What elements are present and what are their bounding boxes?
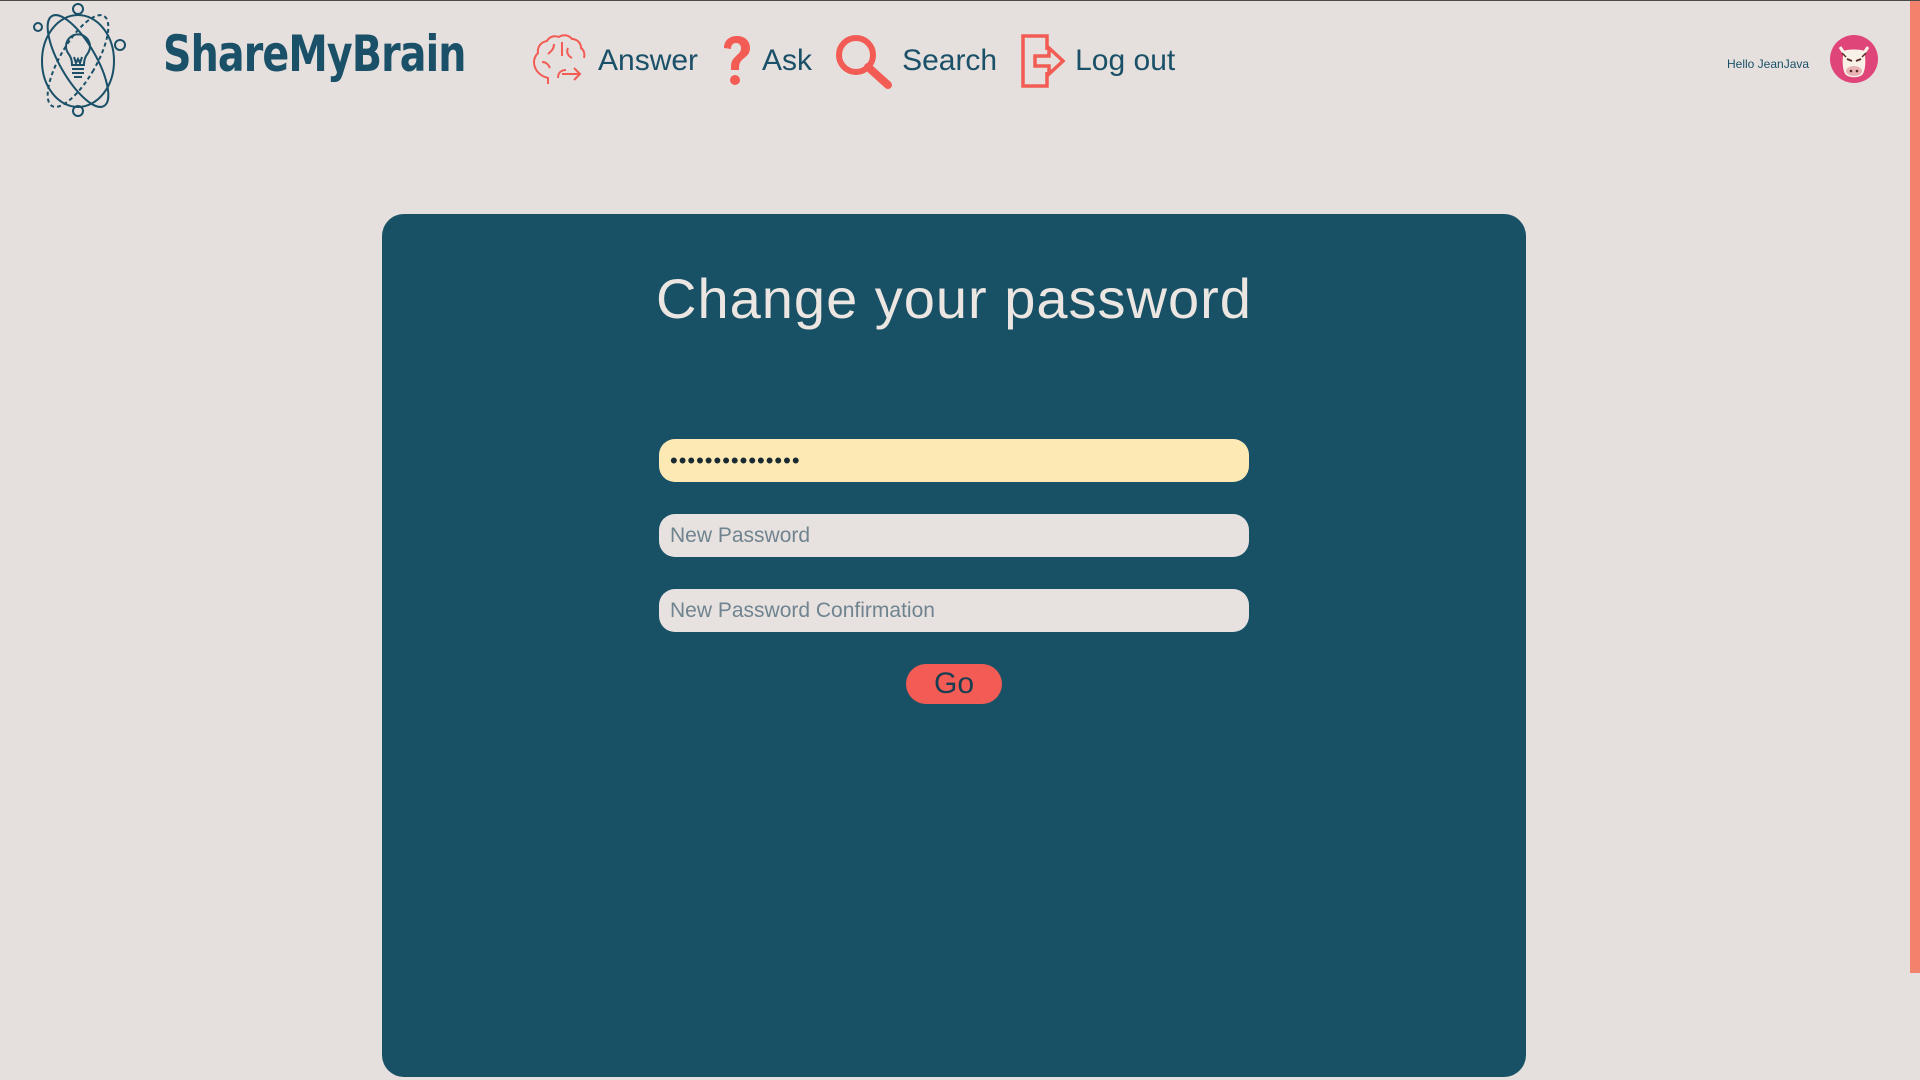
cow-face-icon bbox=[1838, 46, 1870, 78]
nav-ask[interactable]: Ask bbox=[720, 34, 812, 88]
nav-search-label: Search bbox=[902, 44, 998, 77]
new-password-field[interactable] bbox=[659, 514, 1249, 557]
nav-logout-label: Log out bbox=[1075, 44, 1176, 77]
go-button[interactable]: Go bbox=[906, 664, 1002, 704]
logout-icon bbox=[1021, 34, 1066, 88]
nav-ask-label: Ask bbox=[762, 44, 813, 77]
nav-answer[interactable]: Answer bbox=[528, 34, 698, 88]
magnifier-icon bbox=[836, 35, 893, 89]
change-password-card: Change your password Go bbox=[382, 214, 1526, 1077]
nav-logout[interactable]: Log out bbox=[1019, 32, 1175, 90]
nav-search[interactable]: Search bbox=[834, 33, 997, 89]
page: ShareMyBrain Answer Ask Search Log out H… bbox=[0, 0, 1920, 1080]
user-avatar[interactable] bbox=[1830, 35, 1878, 83]
scrollbar-track[interactable] bbox=[1910, 973, 1920, 1080]
logo-atom-bulb-icon[interactable] bbox=[26, 1, 130, 119]
new-password-confirmation-field[interactable] bbox=[659, 589, 1249, 632]
nav-answer-label: Answer bbox=[598, 44, 699, 77]
page-title: Change your password bbox=[656, 267, 1252, 330]
brand-name[interactable]: ShareMyBrain bbox=[163, 25, 466, 83]
current-password-field[interactable] bbox=[659, 439, 1249, 482]
scrollbar-thumb[interactable] bbox=[1910, 1, 1920, 973]
question-mark-icon bbox=[724, 36, 751, 85]
main-nav: Answer Ask Search Log out bbox=[528, 31, 1197, 91]
brain-icon bbox=[532, 34, 586, 84]
user-greeting: Hello JeanJava bbox=[1727, 57, 1810, 71]
